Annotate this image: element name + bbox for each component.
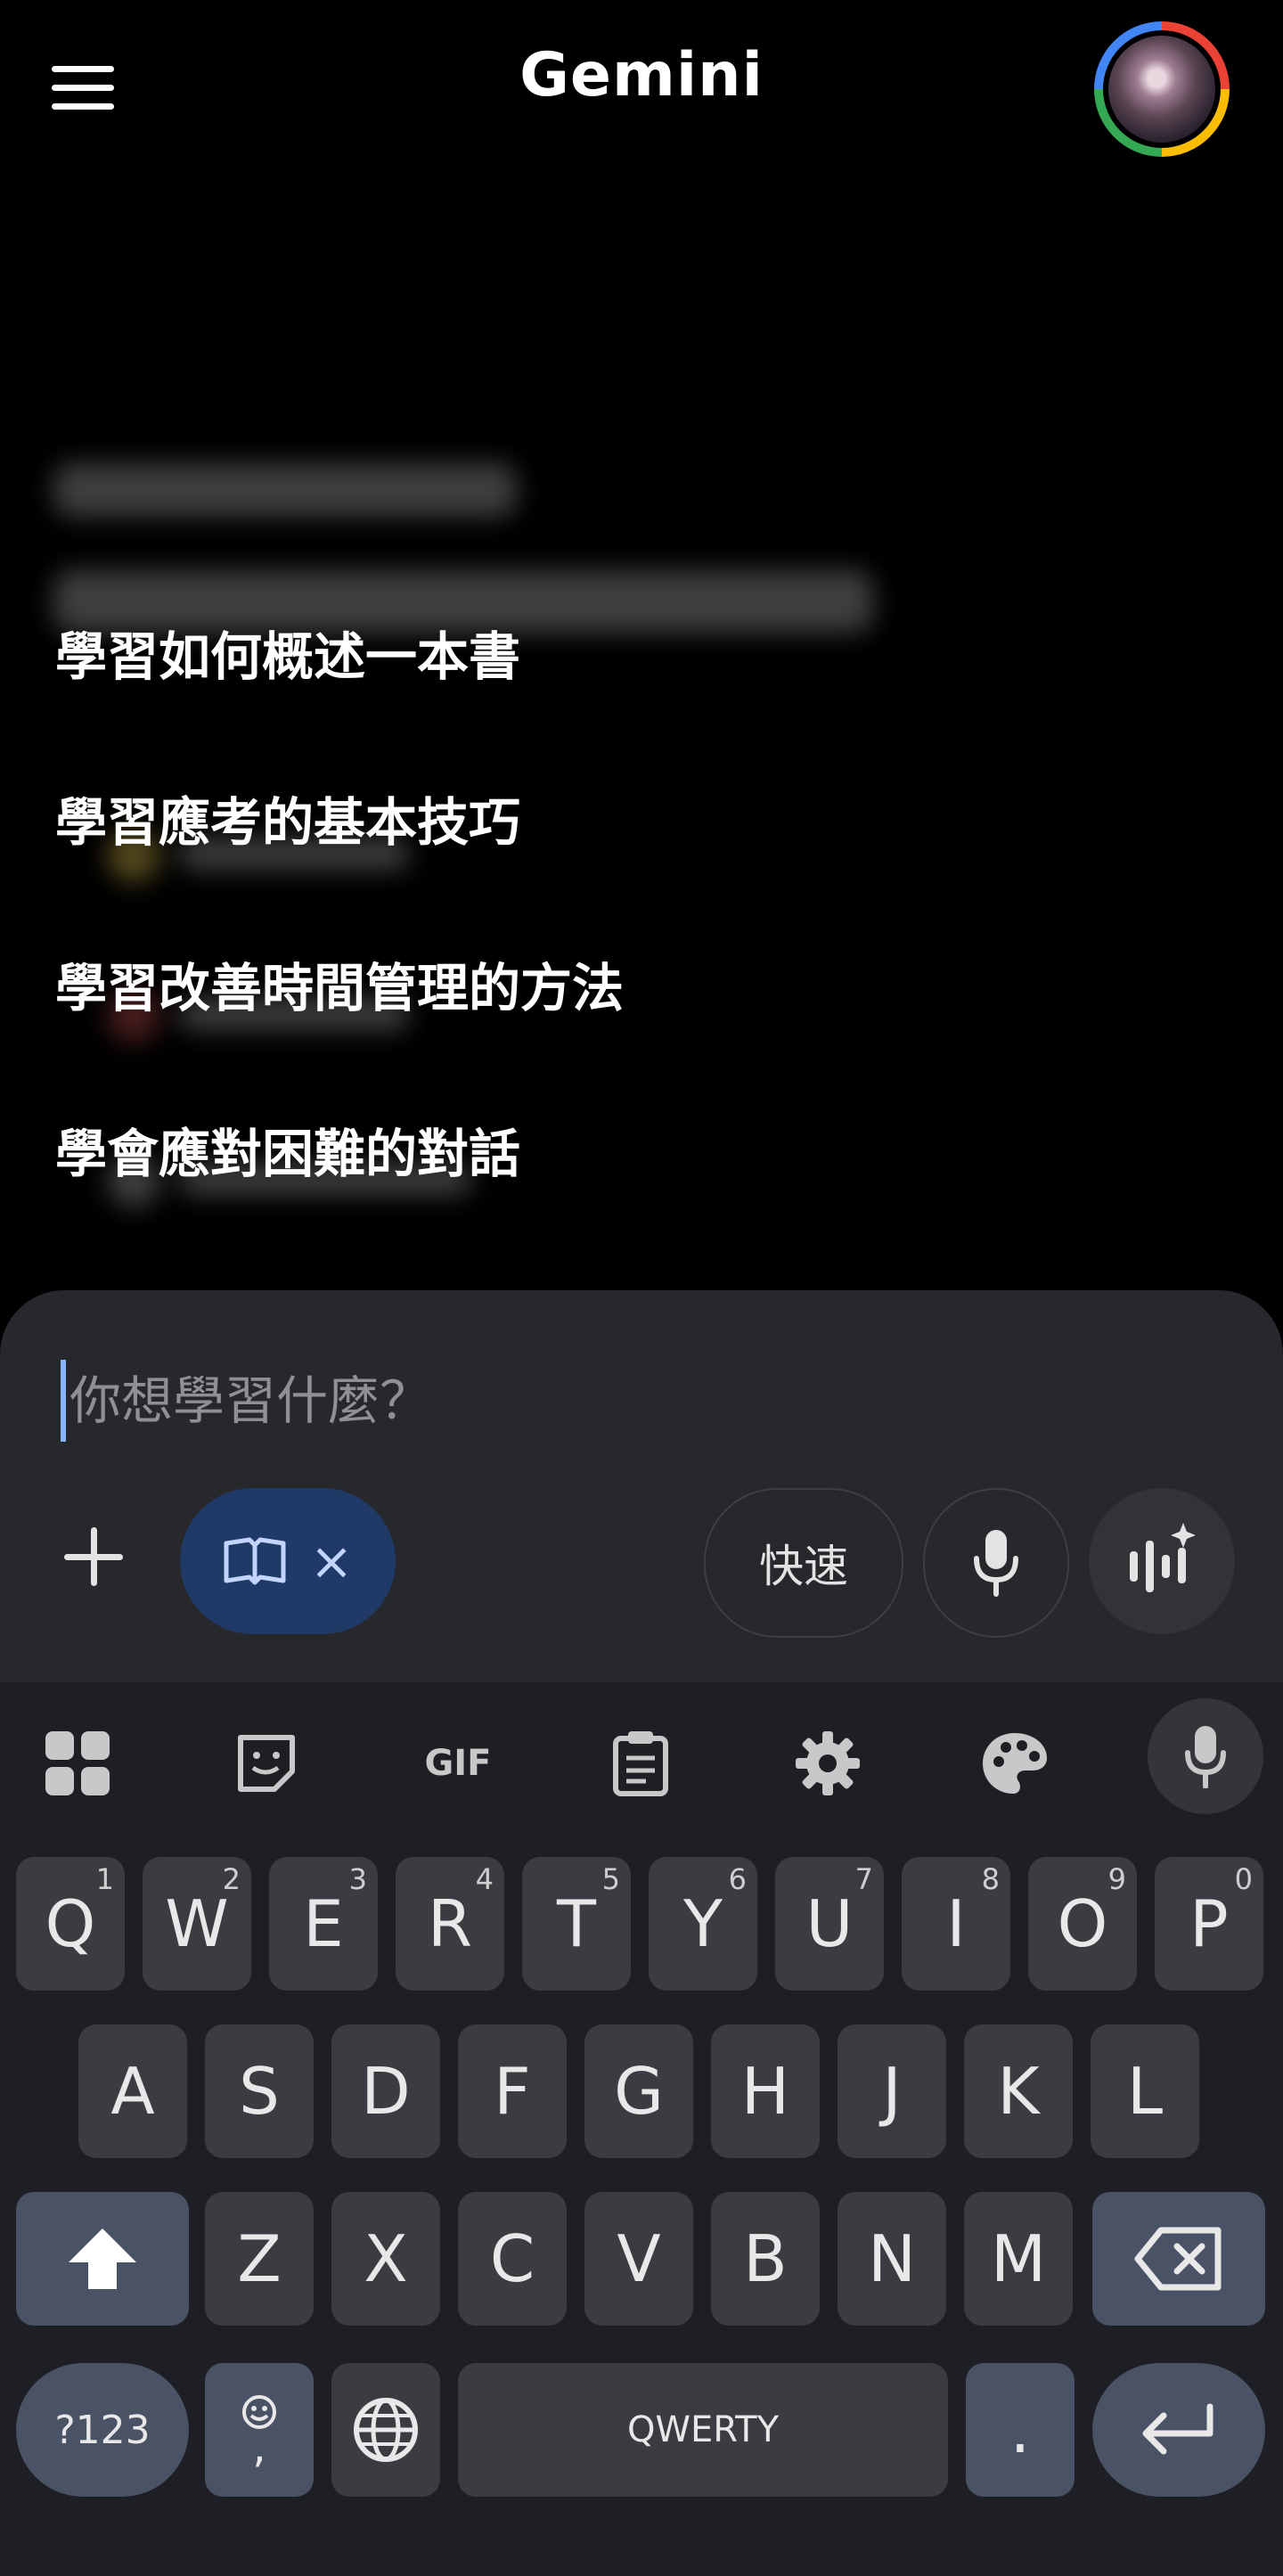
key-n[interactable]: N xyxy=(838,2192,946,2326)
voice-input-button[interactable] xyxy=(1148,1698,1263,1814)
avatar[interactable] xyxy=(1094,21,1230,157)
text-caret xyxy=(61,1360,66,1442)
enter-key[interactable] xyxy=(1092,2363,1265,2497)
enter-arrow-icon xyxy=(1142,2403,1214,2455)
key-l[interactable]: L xyxy=(1091,2024,1199,2158)
shift-arrow-icon xyxy=(69,2228,136,2289)
key-h[interactable]: H xyxy=(711,2024,820,2158)
suggestion-item[interactable]: 學習改善時間管理的方法 xyxy=(55,946,624,1021)
key-m[interactable]: M xyxy=(964,2192,1073,2326)
key-j[interactable]: J xyxy=(838,2024,946,2158)
microphone-icon xyxy=(1185,1726,1226,1788)
microphone-button[interactable] xyxy=(923,1488,1069,1638)
key-u[interactable]: U7 xyxy=(775,1857,884,1991)
key-i[interactable]: I8 xyxy=(902,1857,1010,1991)
language-globe-key[interactable] xyxy=(331,2363,440,2497)
key-e[interactable]: E3 xyxy=(269,1857,378,1991)
suggestion-item[interactable]: 學會應對困難的對話 xyxy=(55,1112,520,1187)
backspace-key[interactable] xyxy=(1092,2192,1265,2326)
globe-icon xyxy=(354,2398,418,2462)
live-waveform-icon xyxy=(1130,1523,1196,1592)
key-g[interactable]: G xyxy=(584,2024,693,2158)
live-mode-button[interactable] xyxy=(1089,1488,1235,1634)
keyboard-toolbar: GIF xyxy=(0,1682,1283,1843)
key-d[interactable]: D xyxy=(331,2024,440,2158)
theme-palette-icon[interactable] xyxy=(977,1725,1053,1802)
key-s[interactable]: S xyxy=(205,2024,314,2158)
key-b[interactable]: B xyxy=(711,2192,820,2326)
key-q[interactable]: Q1 xyxy=(16,1857,125,1991)
book-icon xyxy=(224,1537,286,1585)
backspace-icon xyxy=(1134,2227,1222,2291)
key-x[interactable]: X xyxy=(331,2192,440,2326)
key-c[interactable]: C xyxy=(458,2192,567,2326)
key-t[interactable]: T5 xyxy=(522,1857,631,1991)
avatar-photo xyxy=(1108,36,1215,143)
learning-mode-chip[interactable]: × xyxy=(180,1488,396,1634)
sticker-icon[interactable] xyxy=(228,1725,305,1802)
key-v[interactable]: V xyxy=(584,2192,693,2326)
page-title: Gemini xyxy=(519,40,764,110)
suggestion-item[interactable]: 學習如何概述一本書 xyxy=(55,615,520,690)
key-k[interactable]: K xyxy=(964,2024,1073,2158)
settings-gear-icon[interactable] xyxy=(789,1725,866,1802)
period-key[interactable]: . xyxy=(966,2363,1075,2497)
gif-icon[interactable]: GIF xyxy=(413,1725,503,1802)
emoji-comma-key[interactable]: , xyxy=(205,2363,314,2497)
key-w[interactable]: W2 xyxy=(143,1857,251,1991)
apps-grid-icon[interactable] xyxy=(39,1725,116,1802)
key-y[interactable]: Y6 xyxy=(649,1857,757,1991)
prompt-field[interactable] xyxy=(61,1360,1219,1442)
key-a[interactable]: A xyxy=(78,2024,187,2158)
fast-mode-button[interactable]: 快速 xyxy=(704,1488,903,1638)
shift-key[interactable] xyxy=(16,2192,189,2326)
prompt-input[interactable] xyxy=(68,1370,1140,1432)
key-z[interactable]: Z xyxy=(205,2192,314,2326)
app-header: Gemini xyxy=(0,0,1283,178)
onscreen-keyboard: GIF Q1 W2 E3 R4 T5 Y6 U7 I8 O9 P0 A S D … xyxy=(0,1682,1283,2576)
composer-panel: × 快速 xyxy=(0,1290,1283,1682)
key-p[interactable]: P0 xyxy=(1155,1857,1263,1991)
key-f[interactable]: F xyxy=(458,2024,567,2158)
key-o[interactable]: O9 xyxy=(1028,1857,1137,1991)
microphone-icon xyxy=(974,1530,1018,1597)
symbols-key[interactable]: ?123 xyxy=(16,2363,189,2497)
add-attachment-button[interactable] xyxy=(61,1524,127,1590)
space-key[interactable]: QWERTY xyxy=(458,2363,948,2497)
clipboard-icon[interactable] xyxy=(602,1725,679,1802)
suggestion-item[interactable]: 學習應考的基本技巧 xyxy=(55,781,520,855)
close-icon[interactable]: × xyxy=(310,1535,354,1587)
key-r[interactable]: R4 xyxy=(396,1857,504,1991)
